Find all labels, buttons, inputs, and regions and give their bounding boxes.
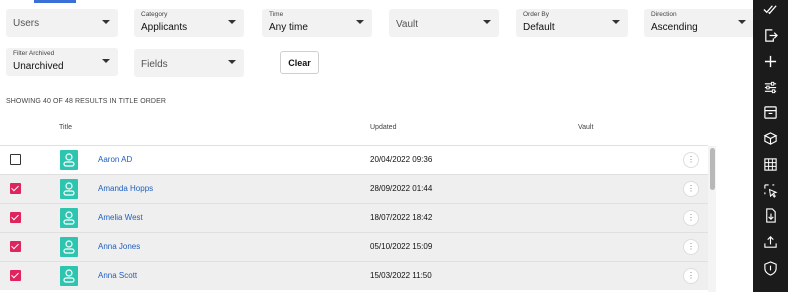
plus-icon[interactable] [762,53,779,70]
more-options-icon[interactable]: ⋮ [683,210,699,226]
more-options-icon[interactable]: ⋮ [683,152,699,168]
table-row[interactable]: Anna Scott 15/03/2022 11:50 ⋮ [0,261,708,290]
record-title-link[interactable]: Amanda Hopps [98,184,153,193]
time-value: Any time [269,22,308,33]
double-check-icon[interactable] [762,1,779,18]
chevron-down-icon [228,60,236,64]
vault-value: Vault [396,19,419,30]
shield-icon[interactable] [762,260,779,277]
vault-select[interactable]: Vault [389,9,499,37]
chevron-down-icon [102,20,110,24]
results-summary: SHOWING 40 OF 48 RESULTS IN TITLE ORDER [6,98,167,105]
filter-archived-select[interactable]: Filter Archived Unarchived [6,48,118,76]
upload-tray-icon[interactable] [762,233,779,250]
direction-label: Direction [651,11,677,18]
column-header-updated[interactable]: Updated [370,124,396,131]
row-checkbox[interactable] [10,270,21,281]
more-options-icon[interactable]: ⋮ [683,268,699,284]
select-pointer-icon[interactable] [762,182,779,199]
more-options-icon[interactable]: ⋮ [683,239,699,255]
users-select-value: Users [13,18,40,29]
column-header-vault[interactable]: Vault [578,124,593,131]
row-checkbox[interactable] [10,154,21,165]
user-avatar-icon [60,237,78,257]
table-grid-icon[interactable] [762,156,779,173]
direction-select[interactable]: Direction Ascending [644,9,754,37]
order-by-select[interactable]: Order By Default [516,9,628,37]
user-avatar-icon [60,208,78,228]
scrollbar-thumb[interactable] [710,148,715,190]
chevron-down-icon [738,20,746,24]
table-row[interactable]: Amanda Hopps 28/09/2022 01:44 ⋮ [0,174,708,203]
time-select[interactable]: Time Any time [262,9,372,37]
cubes-icon[interactable] [762,130,779,147]
filter-archived-label: Filter Archived [13,50,55,57]
chevron-down-icon [483,20,491,24]
row-checkbox[interactable] [10,212,21,223]
record-updated: 15/03/2022 11:50 [370,271,432,280]
row-checkbox[interactable] [10,241,21,252]
order-by-label: Order By [523,11,550,18]
category-label: Category [141,11,168,18]
table-row[interactable]: Aaron AD 20/04/2022 09:36 ⋮ [0,145,708,174]
fields-select[interactable]: Fields [134,49,244,77]
order-by-value: Default [523,22,555,33]
chevron-down-icon [612,20,620,24]
archive-box-icon[interactable] [762,104,779,121]
user-avatar-icon [60,179,78,199]
chevron-down-icon [356,20,364,24]
export-icon[interactable] [762,27,779,44]
record-title-link[interactable]: Amelia West [98,213,143,222]
chevron-down-icon [102,59,110,63]
record-updated: 05/10/2022 15:09 [370,242,433,251]
chevron-down-icon [228,20,236,24]
column-header-title[interactable]: Title [59,124,72,131]
fields-value: Fields [141,59,168,70]
clear-button[interactable]: Clear [280,51,319,74]
sliders-icon[interactable] [762,79,779,96]
time-label: Time [269,11,284,18]
users-select[interactable]: Users [6,9,118,37]
user-avatar-icon [60,266,78,286]
table-row[interactable]: Anna Jones 05/10/2022 15:09 ⋮ [0,232,708,261]
records-page: Users Category Applicants Time Any time … [0,0,788,292]
record-updated: 28/09/2022 01:44 [370,184,433,193]
record-title-link[interactable]: Aaron AD [98,155,132,164]
record-updated: 18/07/2022 18:42 [370,213,433,222]
category-value: Applicants [141,22,188,33]
active-tab-indicator [34,0,76,3]
filter-archived-value: Unarchived [13,61,64,72]
row-checkbox[interactable] [10,183,21,194]
right-toolbar [753,0,788,292]
more-options-icon[interactable]: ⋮ [683,181,699,197]
record-title-link[interactable]: Anna Scott [98,271,137,280]
record-title-link[interactable]: Anna Jones [98,242,140,251]
table-row[interactable]: Amelia West 18/07/2022 18:42 ⋮ [0,203,708,232]
category-select[interactable]: Category Applicants [134,9,244,37]
direction-value: Ascending [651,22,698,33]
record-updated: 20/04/2022 09:36 [370,155,433,164]
download-file-icon[interactable] [762,207,779,224]
user-avatar-icon [60,150,78,170]
